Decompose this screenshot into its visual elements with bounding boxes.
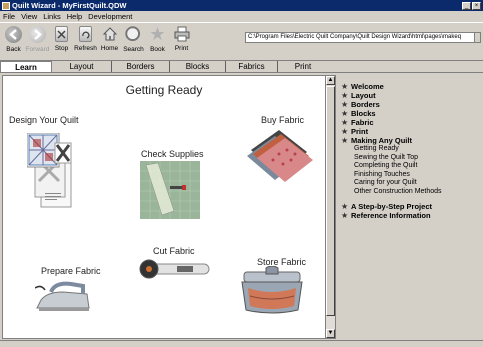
rotary-cutter-image[interactable]: [137, 258, 211, 280]
star-icon: ★: [341, 91, 349, 100]
star-icon: ★: [341, 109, 349, 118]
nav-sub-completing-quilt[interactable]: Completing the Quilt: [341, 162, 481, 171]
print-label: Print: [174, 45, 189, 52]
nav-item-blocks[interactable]: ★ Blocks: [341, 109, 481, 118]
nav-item-reference[interactable]: ★ Reference Information: [341, 211, 481, 220]
prepare-fabric-link[interactable]: Prepare Fabric: [41, 266, 101, 276]
title-bar[interactable]: Quilt Wizard - MyFirstQuilt.QDW _ ×: [0, 0, 483, 11]
scroll-up-arrow-icon[interactable]: ▲: [326, 76, 335, 85]
nav-item-fabric[interactable]: ★ Fabric: [341, 118, 481, 127]
menu-bar: File View Links Help Development: [0, 11, 483, 22]
iron-image[interactable]: [35, 280, 91, 314]
star-icon: ★: [341, 211, 349, 220]
design-quilt-link[interactable]: Design Your Quilt: [9, 115, 79, 125]
star-icon: ★: [341, 118, 349, 127]
main-content: Getting Ready Design Your Quilt Check Su…: [2, 75, 326, 339]
nav-panel: ★ Welcome ★ Layout ★ Borders ★ Blocks ★ Fabri…: [338, 75, 481, 339]
nav-label: Welcome: [351, 82, 384, 91]
back-arrow-icon: [5, 26, 22, 43]
buy-fabric-link[interactable]: Buy Fabric: [261, 115, 304, 125]
page-heading: Getting Ready: [125, 83, 203, 97]
tab-learn[interactable]: Learn: [0, 61, 52, 72]
app-icon: [2, 1, 10, 10]
nav-label: Layout: [351, 91, 376, 100]
window-title: Quilt Wizard - MyFirstQuilt.QDW: [12, 1, 127, 10]
scroll-down-arrow-icon[interactable]: ▼: [326, 329, 335, 338]
nav-label: Making Any Quilt: [351, 136, 412, 145]
supplies-mat-image[interactable]: [140, 161, 200, 219]
tab-blocks[interactable]: Blocks: [170, 61, 226, 72]
toolbar: Back Forward Stop Refresh Home Search ★ …: [0, 22, 483, 61]
menu-development[interactable]: Development: [88, 12, 132, 21]
search-icon: [125, 26, 142, 43]
address-text: C:\Program Files\Electric Quilt Company\…: [248, 34, 462, 40]
star-icon: ★: [341, 127, 349, 136]
print-button[interactable]: Print: [170, 26, 193, 52]
tab-print[interactable]: Print: [278, 61, 328, 72]
tab-borders[interactable]: Borders: [112, 61, 170, 72]
nav-item-welcome[interactable]: ★ Welcome: [341, 82, 481, 91]
refresh-button[interactable]: Refresh: [74, 26, 97, 52]
address-scroll[interactable]: [474, 33, 480, 42]
minimize-button[interactable]: _: [462, 1, 471, 10]
printer-icon: [174, 26, 190, 42]
back-button[interactable]: Back: [2, 26, 25, 53]
tab-layout[interactable]: Layout: [52, 61, 112, 72]
forward-label: Forward: [25, 46, 50, 53]
nav-sub-sewing-quilt-top[interactable]: Sewing the Quilt Top: [341, 154, 481, 163]
close-button[interactable]: ×: [472, 1, 481, 10]
menu-file[interactable]: File: [3, 12, 15, 21]
refresh-label: Refresh: [74, 45, 97, 52]
nav-label: Borders: [351, 100, 380, 109]
check-supplies-link[interactable]: Check Supplies: [141, 149, 204, 159]
forward-button[interactable]: Forward: [26, 26, 49, 53]
star-icon: ★: [341, 136, 349, 145]
nav-label: Blocks: [351, 109, 376, 118]
nav-sub-other-methods[interactable]: Other Construction Methods: [341, 188, 481, 197]
cut-fabric-link[interactable]: Cut Fabric: [153, 246, 195, 256]
refresh-icon: [79, 26, 92, 42]
nav-item-making-any-quilt[interactable]: ★ Making Any Quilt: [341, 136, 481, 145]
fabric-stack-image[interactable]: [243, 126, 315, 184]
quilt-pages-image[interactable]: [27, 133, 73, 211]
home-button[interactable]: Home: [98, 26, 121, 52]
star-icon: ★: [341, 100, 349, 109]
book-label: Book: [150, 46, 165, 53]
nav-label: Reference Information: [351, 211, 431, 220]
nav-sub-getting-ready[interactable]: Getting Ready: [341, 145, 481, 154]
nav-label: A Step-by-Step Project: [351, 202, 432, 211]
nav-label: Print: [351, 127, 369, 136]
scroll-thumb[interactable]: [326, 86, 335, 316]
tab-bar: Learn Layout Borders Blocks Fabrics Prin…: [0, 61, 483, 73]
menu-links[interactable]: Links: [43, 12, 61, 21]
star-icon: ★: [149, 24, 166, 44]
status-bar: [0, 340, 483, 347]
menu-view[interactable]: View: [21, 12, 37, 21]
menu-help[interactable]: Help: [67, 12, 82, 21]
nav-item-borders[interactable]: ★ Borders: [341, 100, 481, 109]
nav-sub-finishing-touches[interactable]: Finishing Touches: [341, 171, 481, 180]
book-button[interactable]: ★ Book: [146, 24, 169, 53]
stop-icon: [55, 26, 68, 42]
address-bar[interactable]: C:\Program Files\Electric Quilt Company\…: [245, 32, 481, 43]
main-scrollbar[interactable]: ▲ ▼: [326, 75, 336, 339]
tab-fabrics[interactable]: Fabrics: [226, 61, 278, 72]
star-icon: ★: [341, 82, 349, 91]
nav-item-print[interactable]: ★ Print: [341, 127, 481, 136]
nav-sub-caring[interactable]: Caring for your Quilt: [341, 179, 481, 188]
home-icon: [102, 26, 118, 42]
storage-box-image[interactable]: [240, 266, 304, 316]
stop-label: Stop: [54, 45, 69, 52]
forward-arrow-icon: [29, 26, 46, 43]
back-label: Back: [6, 46, 21, 53]
nav-label: Fabric: [351, 118, 374, 127]
star-icon: ★: [341, 202, 349, 211]
nav-item-step-by-step[interactable]: ★ A Step-by-Step Project: [341, 202, 481, 211]
nav-item-layout[interactable]: ★ Layout: [341, 91, 481, 100]
home-label: Home: [100, 45, 119, 52]
stop-button[interactable]: Stop: [50, 26, 73, 52]
search-label: Search: [123, 46, 144, 53]
search-button[interactable]: Search: [122, 26, 145, 53]
